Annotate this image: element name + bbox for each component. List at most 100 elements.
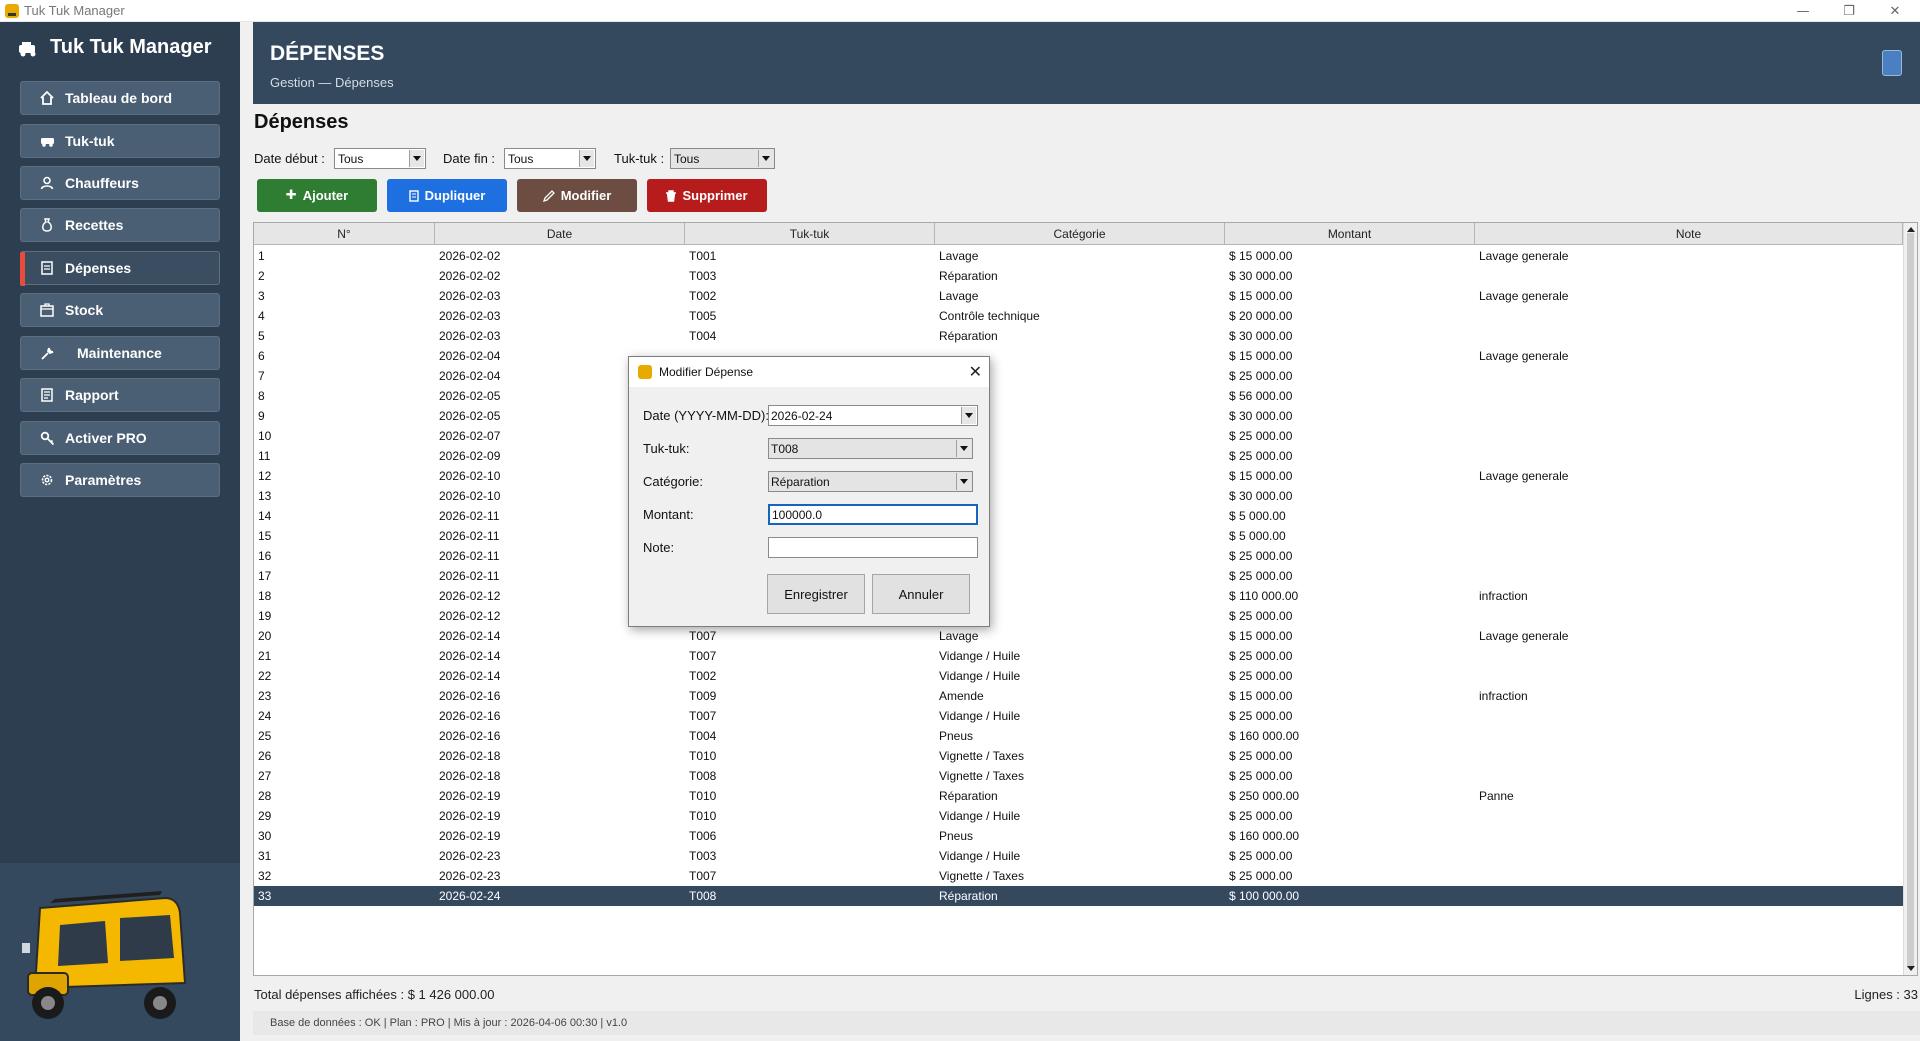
column-header[interactable]: Catégorie: [935, 223, 1225, 245]
table-row[interactable]: 31 2026-02-23 T003 Vidange / Huile $ 25 000.…: [254, 846, 1903, 866]
sidebar-item-tuk-tuk[interactable]: Tuk-tuk: [20, 124, 220, 158]
sidebar-item-depenses[interactable]: Dépenses: [20, 251, 220, 286]
table-row[interactable]: 22 2026-02-14 T002 Vidange / Huile $ 25 000.…: [254, 666, 1903, 686]
table-cell: 5: [258, 329, 265, 343]
table-row[interactable]: 23 2026-02-16 T009 Amende $ 15 000.00 infract…: [254, 686, 1903, 706]
sidebar-item-recettes[interactable]: Recettes: [20, 208, 220, 242]
tuktuk-filter-select[interactable]: Tous: [670, 148, 775, 169]
column-header[interactable]: Montant: [1225, 223, 1475, 245]
date-fin-select[interactable]: Tous: [504, 148, 596, 169]
sidebar-item-stock[interactable]: Stock: [20, 293, 220, 327]
table-row[interactable]: 29 2026-02-19 T010 Vidange / Huile $ 25 000.…: [254, 806, 1903, 826]
duplicate-button[interactable]: Dupliquer: [387, 179, 507, 212]
scroll-up-icon[interactable]: [1907, 227, 1915, 232]
sidebar-item-tableau-de-bord[interactable]: Tableau de bord: [20, 81, 220, 115]
column-header[interactable]: N°: [254, 223, 435, 245]
table-cell: $ 100 000.00: [1229, 889, 1300, 903]
table-cell: 2026-02-16: [439, 689, 501, 703]
tuktuk-select[interactable]: T008: [768, 438, 973, 459]
column-header[interactable]: Note: [1475, 223, 1903, 245]
chevron-down-icon[interactable]: [579, 150, 594, 167]
note-input[interactable]: [768, 537, 978, 558]
table-row[interactable]: 11 2026-02-09 $ 25 000.00: [254, 446, 1903, 466]
brand-title: Tuk Tuk Manager: [50, 36, 212, 58]
table-cell: T010: [689, 809, 717, 823]
table-row[interactable]: 26 2026-02-18 T010 Vignette / Taxes $ 25 000…: [254, 746, 1903, 766]
money-bag-icon: [39, 217, 55, 233]
table-row[interactable]: 1 2026-02-02 T001 Lavage $ 15 000.00 Lavage g…: [254, 246, 1903, 266]
table-row[interactable]: 21 2026-02-14 T007 Vidange / Huile $ 25 000.…: [254, 646, 1903, 666]
close-icon[interactable]: ✕: [1872, 0, 1918, 22]
table-row[interactable]: 5 2026-02-03 T004 Réparation $ 30 000.00: [254, 326, 1903, 346]
table-row[interactable]: 13 2026-02-10 $ 30 000.00: [254, 486, 1903, 506]
help-book-icon[interactable]: [1882, 50, 1902, 76]
table-row[interactable]: 72026-02-04Huile$ 25 000.00: [254, 366, 1903, 386]
table-cell: [1475, 866, 1903, 886]
cancel-button[interactable]: Annuler: [872, 574, 970, 614]
table-row[interactable]: 27 2026-02-18 T008 Vignette / Taxes $ 25 000…: [254, 766, 1903, 786]
table-row[interactable]: 24 2026-02-16 T007 Vidange / Huile $ 25 000.…: [254, 706, 1903, 726]
save-button[interactable]: Enregistrer: [767, 574, 865, 614]
table-row[interactable]: 25 2026-02-16 T004 Pneus $ 160 000.00: [254, 726, 1903, 746]
column-header[interactable]: Date: [435, 223, 685, 245]
sidebar-item-maintenance[interactable]: Maintenance: [20, 336, 220, 370]
chevron-down-icon[interactable]: [961, 407, 976, 424]
table-cell: [1475, 846, 1903, 866]
table-row[interactable]: 4 2026-02-03 T005 Contrôle technique $ 20 00…: [254, 306, 1903, 326]
table-row[interactable]: 19 2026-02-12 $ 25 000.00: [254, 606, 1903, 626]
table-scrollbar[interactable]: [1903, 223, 1917, 975]
table-cell: 12: [258, 469, 272, 483]
report-icon: [39, 387, 55, 403]
table-row[interactable]: 6 2026-02-04 $ 15 000.00 Lavage generale: [254, 346, 1903, 366]
table-cell: [1475, 806, 1903, 826]
table-row[interactable]: 2 2026-02-02 T003 Réparation $ 30 000.00: [254, 266, 1903, 286]
table-row[interactable]: 28 2026-02-19 T010 Réparation $ 250 000.00 Pa…: [254, 786, 1903, 806]
table-row[interactable]: 12 2026-02-10 $ 15 000.00 Lavage generale: [254, 466, 1903, 486]
delete-button[interactable]: Supprimer: [647, 179, 767, 212]
restore-icon[interactable]: ❐: [1826, 0, 1872, 22]
table-cell: 2026-02-02: [439, 269, 501, 283]
sidebar-item-parametres[interactable]: Paramètres: [20, 463, 220, 497]
scroll-thumb[interactable]: [1907, 233, 1914, 968]
table-cell: 10: [258, 429, 272, 443]
table-row[interactable]: 3 2026-02-03 T002 Lavage $ 15 000.00 Lavage g…: [254, 286, 1903, 306]
add-button[interactable]: ✚ Ajouter: [257, 179, 377, 212]
note-label: Note:: [643, 540, 675, 555]
table-row[interactable]: 142026-02-11Péage$ 5 000.00: [254, 506, 1903, 526]
table-row[interactable]: 18 2026-02-12 $ 110 000.00 infraction: [254, 586, 1903, 606]
table-cell: 27: [258, 769, 272, 783]
table-row[interactable]: 33 2026-02-24 T008 Réparation $ 100 000.00: [254, 886, 1903, 906]
table-cell: T003: [689, 269, 717, 283]
sidebar-item-activer-pro[interactable]: Activer PRO: [20, 421, 220, 455]
close-icon[interactable]: ✕: [969, 362, 982, 381]
table-row[interactable]: 82026-02-05n$ 56 000.00: [254, 386, 1903, 406]
table-row[interactable]: 172026-02-11Huile$ 25 000.00: [254, 566, 1903, 586]
scroll-down-icon[interactable]: [1907, 966, 1915, 971]
table-cell: T004: [689, 329, 717, 343]
column-header[interactable]: Tuk-tuk: [685, 223, 935, 245]
sidebar-item-chauffeurs[interactable]: Chauffeurs: [20, 166, 220, 200]
chevron-down-icon[interactable]: [758, 150, 773, 167]
minimize-icon[interactable]: —: [1780, 0, 1826, 22]
chevron-down-icon[interactable]: [956, 473, 971, 490]
date-field[interactable]: 2026-02-24: [768, 405, 978, 426]
date-debut-select[interactable]: Tous: [334, 148, 426, 169]
table-cell: $ 30 000.00: [1229, 489, 1293, 503]
categorie-select[interactable]: Réparation: [768, 471, 973, 492]
table-row[interactable]: 162026-02-11Taxes$ 25 000.00: [254, 546, 1903, 566]
chevron-down-icon[interactable]: [409, 150, 424, 167]
table-row[interactable]: 152026-02-11Péage$ 5 000.00: [254, 526, 1903, 546]
table-row[interactable]: 30 2026-02-19 T006 Pneus $ 160 000.00: [254, 826, 1903, 846]
table-cell: 1: [258, 249, 265, 263]
montant-input[interactable]: 100000.0: [768, 504, 978, 525]
sidebar-item-rapport[interactable]: Rapport: [20, 378, 220, 412]
table-row[interactable]: 32 2026-02-23 T007 Vignette / Taxes $ 25 000…: [254, 866, 1903, 886]
expenses-table[interactable]: N° Date Tuk-tuk Catégorie Montant Note 1 2026-…: [253, 222, 1918, 976]
table-row[interactable]: 20 2026-02-14 T007 Lavage $ 15 000.00 Lavage …: [254, 626, 1903, 646]
edit-button[interactable]: Modifier: [517, 179, 637, 212]
table-row[interactable]: 102026-02-07Huile$ 25 000.00: [254, 426, 1903, 446]
chevron-down-icon[interactable]: [956, 440, 971, 457]
table-cell: T005: [689, 309, 717, 323]
table-cell: [1475, 886, 1903, 906]
table-row[interactable]: 92026-02-05n$ 30 000.00: [254, 406, 1903, 426]
